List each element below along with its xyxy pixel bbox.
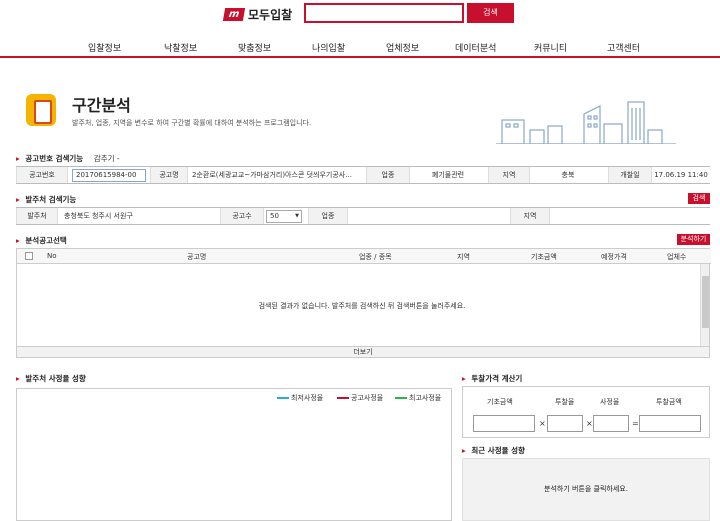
orderer-rate-chart: 최저사정율 공고사정율 최고사정율 — [16, 388, 452, 521]
section-orderer-search-title: 발주처 검색기능 — [25, 195, 77, 204]
section-analysis: 분석공고선택 — [16, 235, 67, 246]
orderer-region-value[interactable] — [552, 208, 710, 224]
section-orderer-rate-title: 발주처 사정율 성향 — [25, 374, 86, 383]
orderer-search-row: 발주처 충청북도 청주시 서원구 공고수 50 업종 지역 — [16, 207, 710, 225]
table-header: No 공고명 업종 / 종목 지역 기초금액 예정가격 업체수 — [17, 249, 711, 264]
section-calculator: 투찰가격 계산기 — [462, 373, 522, 384]
legend-notice-rate-marker — [337, 397, 349, 399]
empty-message: 검색된 결과가 없습니다. 발주처를 검색하신 뒤 검색버튼을 눌러주세요. — [258, 302, 466, 310]
page-description: 발주처, 업종, 지역을 변수로 하여 구간별 확률에 대하여 분석하는 프로그… — [72, 119, 312, 127]
col-company-count: 업체수 — [667, 253, 687, 261]
calculator-box: 기초금액 투찰율 사정율 투찰금액 × × = — [462, 386, 710, 438]
legend-max-rate: 최고사정율 — [395, 393, 441, 403]
col-type: 업종 / 종목 — [359, 253, 392, 261]
orderer-type-value[interactable] — [350, 208, 508, 224]
recent-rate-box: 분석하기 버튼을 클릭하세요. — [462, 458, 710, 521]
legend-min-rate-label: 최저사정율 — [291, 394, 324, 402]
section-recent-rate: 최근 사정율 성향 — [462, 445, 525, 456]
nav-my-bid[interactable]: 나의입찰 — [312, 41, 345, 54]
orderer-label: 발주처 — [16, 208, 58, 224]
notice-name-value: 2순환로(세광교교~가마삼거리)아스콘 덧씌우기공사... — [192, 171, 352, 179]
notice-no-input[interactable]: 20170615984-00 — [72, 169, 146, 182]
calc-adjust-rate-input[interactable] — [593, 415, 629, 432]
legend-min-rate: 최저사정율 — [277, 393, 323, 403]
section-analysis-title: 분석공고선택 — [25, 236, 67, 245]
notice-region-value: 충북 — [561, 171, 575, 179]
notice-date-value: 17.06.19 11:40 — [654, 171, 708, 179]
skyline-illustration — [496, 101, 676, 144]
orderer-value: 충청북도 청주시 서원구 — [64, 212, 133, 220]
logo-mark: m — [222, 8, 246, 21]
legend-max-rate-marker — [395, 397, 407, 399]
notice-no-label: 공고번호 — [16, 167, 68, 183]
recent-rate-message: 분석하기 버튼을 클릭하세요. — [544, 485, 628, 493]
calc-bid-amount-output[interactable] — [639, 415, 701, 432]
legend-min-rate-marker — [277, 397, 289, 399]
section-orderer-search: 발주처 검색기능 — [16, 194, 76, 205]
calc-bid-rate-label: 투찰율 — [555, 398, 575, 406]
logo-text: 모두입찰 — [248, 8, 293, 22]
nav-bid-info[interactable]: 입찰정보 — [88, 41, 121, 54]
count-select[interactable]: 50 — [266, 210, 302, 223]
site-logo[interactable]: m 모두입찰 — [222, 6, 293, 23]
notice-name-label: 공고명 — [150, 167, 188, 183]
analysis-table: No 공고명 업종 / 종목 지역 기초금액 예정가격 업체수 검색된 결과가 … — [16, 248, 711, 358]
scrollbar-thumb[interactable] — [702, 276, 709, 328]
col-estimated-price: 예정가격 — [601, 253, 627, 261]
top-search-input[interactable] — [304, 3, 464, 23]
orderer-search-button[interactable]: 검색 — [688, 193, 710, 204]
orderer-type-label: 업종 — [308, 208, 348, 224]
calc-op-equals: = — [632, 419, 639, 428]
col-no: No — [47, 252, 57, 260]
nav-data-analysis[interactable]: 데이터분석 — [455, 41, 496, 54]
col-base-price: 기초금액 — [531, 253, 557, 261]
page-title: 구간분석 — [72, 96, 131, 115]
calc-base-price-input[interactable] — [473, 415, 535, 432]
calc-bid-amount-label: 투찰금액 — [656, 398, 682, 406]
orderer-region-label: 지역 — [510, 208, 550, 224]
calc-adjust-rate-label: 사정율 — [600, 398, 620, 406]
nav-award-info[interactable]: 낙찰정보 — [164, 41, 197, 54]
table-scrollbar[interactable] — [700, 264, 709, 347]
section-notice-search-title: 공고번호 검색기능 — [25, 154, 84, 163]
top-header: m 모두입찰 검색 — [0, 0, 720, 30]
calc-op-multiply-1: × — [539, 419, 546, 428]
top-search-button[interactable]: 검색 — [467, 3, 514, 23]
nav-customer-center[interactable]: 고객센터 — [607, 41, 640, 54]
nav-company-info[interactable]: 업체정보 — [386, 41, 419, 54]
more-button[interactable]: 더보기 — [17, 346, 709, 357]
notice-type-label: 업종 — [366, 167, 410, 183]
section-recent-rate-title: 최근 사정율 성향 — [471, 446, 525, 455]
analyze-button[interactable]: 분석하기 — [677, 234, 710, 245]
main-nav: 입찰정보 낙찰정보 맞춤정보 나의입찰 업체정보 데이터분석 커뮤니티 고객센터 — [0, 36, 720, 58]
legend-notice-rate-label: 공고사정율 — [351, 394, 384, 402]
document-icon — [26, 94, 56, 126]
col-name: 공고명 — [187, 253, 207, 261]
nav-custom-info[interactable]: 맞춤정보 — [238, 41, 271, 54]
col-region: 지역 — [457, 253, 470, 261]
legend-max-rate-label: 최고사정율 — [409, 394, 442, 402]
calc-op-multiply-2: × — [586, 419, 593, 428]
fold-toggle[interactable]: 감추기 - — [94, 154, 120, 163]
section-notice-search: 공고번호 검색기능 감추기 - — [16, 153, 120, 164]
nav-community[interactable]: 커뮤니티 — [534, 41, 567, 54]
notice-region-label: 지역 — [488, 167, 530, 183]
calc-base-price-label: 기초금액 — [487, 398, 513, 406]
calc-bid-rate-input[interactable] — [547, 415, 583, 432]
notice-type-value: 폐기물관련 — [431, 171, 465, 179]
legend-notice-rate: 공고사정율 — [337, 393, 383, 403]
select-all-checkbox[interactable] — [25, 252, 33, 260]
section-orderer-rate: 발주처 사정율 성향 — [16, 373, 86, 384]
notice-search-row: 공고번호 20170615984-00 공고명 2순환로(세광교교~가마삼거리)… — [16, 166, 710, 184]
section-calculator-title: 투찰가격 계산기 — [471, 374, 523, 383]
count-label: 공고수 — [220, 208, 264, 224]
notice-date-label: 개찰일 — [608, 167, 652, 183]
